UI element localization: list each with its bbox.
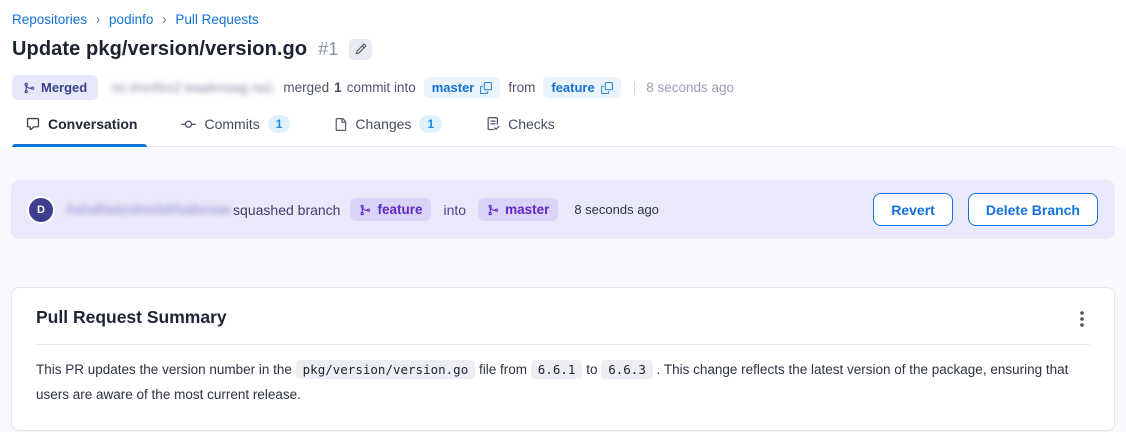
target-branch-name: master: [432, 80, 475, 95]
pr-tab-bar: Conversation Commits 1 Changes 1 Checks: [12, 115, 1114, 147]
git-merge-icon: [359, 204, 371, 216]
avatar[interactable]: D: [29, 198, 53, 222]
merged-status-label: Merged: [41, 80, 87, 95]
from-word: from: [508, 80, 535, 95]
pr-title-row: Update pkg/version/version.go #1: [12, 36, 1114, 62]
checklist-icon: [486, 117, 500, 131]
pr-title: Update pkg/version/version.go: [12, 38, 307, 61]
banner-time-ago: 8 seconds ago: [574, 202, 659, 217]
file-path-code: pkg/version/version.go: [296, 360, 476, 379]
banner-source-branch-chip[interactable]: feature: [350, 198, 431, 221]
pr-content-area: D Ashsfhwtzsfmxfsfrfsafxcsas squashed br…: [0, 147, 1126, 432]
merged-banner: D Ashsfhwtzsfmxfsfrfsafxcsas squashed br…: [11, 180, 1115, 239]
banner-into-word: into: [443, 202, 466, 218]
banner-source-branch-name: feature: [377, 202, 422, 217]
merged-by-user-redacted: tsi xhsrtfzs2 teaahnsiag na1: [112, 80, 273, 95]
tab-label: Conversation: [48, 116, 137, 132]
source-branch-chip[interactable]: feature: [543, 77, 620, 98]
changes-count-badge: 1: [419, 115, 442, 133]
tab-label: Checks: [508, 116, 555, 132]
commit-count: 1: [334, 80, 342, 95]
summary-text: file from: [479, 362, 527, 377]
merge-status-row: Merged tsi xhsrtfzs2 teaahnsiag na1 merg…: [12, 74, 1114, 101]
revert-button[interactable]: Revert: [873, 193, 953, 226]
kebab-vertical-icon: [1074, 309, 1090, 329]
breadcrumb-repositories[interactable]: Repositories: [12, 12, 87, 27]
summary-card-title: Pull Request Summary: [36, 307, 227, 328]
file-icon: [334, 118, 347, 131]
tab-label: Commits: [204, 116, 259, 132]
comment-icon: [26, 117, 40, 131]
copy-icon[interactable]: [480, 82, 492, 94]
old-version-code: 6.6.1: [531, 360, 583, 379]
summary-text: This PR updates the version number in th…: [36, 362, 292, 377]
pencil-icon: [355, 43, 367, 55]
tab-commits[interactable]: Commits 1: [181, 115, 290, 146]
merged-action-text: merged: [283, 80, 329, 95]
banner-target-branch-chip[interactable]: master: [478, 198, 558, 221]
banner-user-redacted: Ashsfhwtzsfmxfsfrfsafxcsas: [66, 202, 231, 217]
tab-changes[interactable]: Changes 1: [334, 115, 442, 146]
merged-status-badge: Merged: [12, 75, 98, 100]
copy-icon[interactable]: [601, 82, 613, 94]
tab-conversation[interactable]: Conversation: [26, 115, 137, 146]
pull-request-summary-card: Pull Request Summary This PR updates the…: [11, 287, 1115, 431]
commits-count-badge: 1: [268, 115, 291, 133]
banner-target-branch-name: master: [505, 202, 549, 217]
tab-label: Changes: [355, 116, 411, 132]
delete-branch-button[interactable]: Delete Branch: [968, 193, 1098, 226]
merged-time-ago: 8 seconds ago: [646, 80, 734, 95]
pr-number: #1: [318, 39, 338, 60]
breadcrumb-podinfo[interactable]: podinfo: [109, 12, 153, 27]
git-commit-icon: [181, 117, 196, 132]
breadcrumb-separator: ›: [162, 11, 166, 28]
git-merge-icon: [487, 204, 499, 216]
page-header: Repositories › podinfo › Pull Requests U…: [0, 0, 1126, 147]
git-merge-icon: [23, 82, 35, 94]
summary-text: to: [586, 362, 597, 377]
source-branch-name: feature: [551, 80, 594, 95]
new-version-code: 6.6.3: [601, 360, 653, 379]
card-menu-button[interactable]: [1068, 307, 1096, 331]
target-branch-chip[interactable]: master: [424, 77, 501, 98]
breadcrumb: Repositories › podinfo › Pull Requests: [12, 10, 1114, 28]
summary-body-text: This PR updates the version number in th…: [12, 345, 1114, 430]
banner-action-text: squashed branch: [233, 202, 340, 218]
breadcrumb-pull-requests[interactable]: Pull Requests: [175, 12, 258, 27]
merged-action-text2: commit into: [347, 80, 416, 95]
divider: |: [633, 80, 637, 95]
edit-title-button[interactable]: [349, 39, 372, 60]
breadcrumb-separator: ›: [96, 11, 100, 28]
tab-checks[interactable]: Checks: [486, 115, 555, 146]
